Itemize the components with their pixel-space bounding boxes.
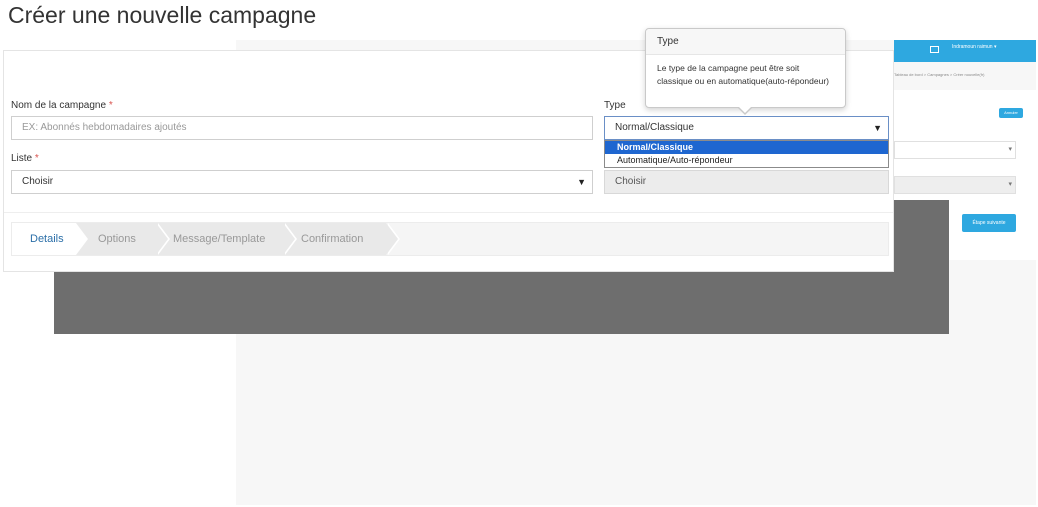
background-breadcrumb: Tableau de bord > Campagnes > Créer nouv… — [894, 72, 985, 77]
step-arrow — [156, 223, 168, 255]
popover-title: Type — [646, 29, 845, 55]
required-mark: * — [34, 153, 39, 164]
background-topbar: Indramoun raimun ▾ — [894, 40, 1036, 62]
background-cancel-button: Annuler — [999, 108, 1023, 118]
type-label: Type — [604, 100, 626, 111]
list-label: Liste * — [11, 153, 39, 164]
dropdown-option-normal[interactable]: Normal/Classique — [605, 141, 888, 154]
caret-down-icon: ▼ — [577, 177, 586, 187]
wizard-step-confirmation[interactable]: Confirmation — [283, 223, 398, 255]
type-select[interactable]: Normal/Classique ▼ — [604, 116, 889, 140]
campaign-name-input[interactable]: EX: Abonnés hebdomadaires ajoutés — [11, 116, 593, 140]
type-help-popover: Type Le type de la campagne peut être so… — [645, 28, 846, 115]
mail-icon — [930, 46, 939, 53]
required-mark: * — [108, 100, 113, 111]
secondary-select-disabled: Choisir — [604, 170, 889, 194]
list-select[interactable]: Choisir ▼ — [11, 170, 593, 194]
popover-body: Le type de la campagne peut être soit cl… — [657, 63, 830, 86]
dropdown-option-automatique[interactable]: Automatique/Auto-répondeur — [605, 154, 888, 167]
step-arrow — [76, 223, 88, 255]
divider — [4, 212, 893, 213]
background-select-disabled — [894, 176, 1016, 194]
campaign-name-label: Nom de la campagne * — [11, 100, 113, 111]
type-dropdown-list: Normal/Classique Automatique/Auto-répond… — [604, 140, 889, 168]
background-next-button: Étape suivante — [962, 214, 1016, 232]
wizard-step-options[interactable]: Options — [80, 223, 168, 255]
step-arrow — [283, 223, 295, 255]
background-select — [894, 141, 1016, 159]
wizard-step-details[interactable]: Details — [12, 223, 88, 255]
popover-arrow — [737, 106, 753, 115]
page-title: Créer une nouvelle campagne — [8, 2, 317, 28]
wizard-step-message-template[interactable]: Message/Template — [155, 223, 295, 255]
wizard-steps: Details Options Message/Template Confirm… — [11, 222, 889, 256]
user-menu: Indramoun raimun ▾ — [952, 44, 997, 50]
caret-down-icon: ▼ — [873, 123, 882, 133]
step-arrow — [386, 223, 398, 255]
